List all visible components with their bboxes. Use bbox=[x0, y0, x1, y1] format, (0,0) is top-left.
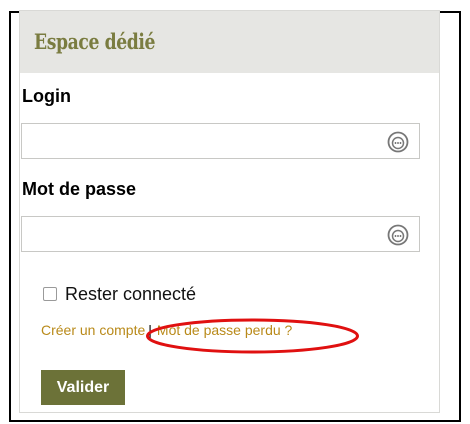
panel-header: Espace dédié bbox=[20, 11, 439, 73]
password-label: Mot de passe bbox=[22, 179, 137, 199]
remember-me-label[interactable]: Rester connecté bbox=[65, 284, 196, 305]
dedicated-space-panel: Espace dédié bbox=[19, 10, 440, 413]
login-input[interactable] bbox=[21, 123, 420, 159]
lost-password-link[interactable]: Mot de passe perdu ? bbox=[157, 322, 292, 338]
submit-button[interactable]: Valider bbox=[41, 370, 125, 405]
account-links: Créer un compte | Mot de passe perdu ? bbox=[41, 322, 292, 338]
create-account-link[interactable]: Créer un compte bbox=[41, 322, 145, 338]
login-label: Login bbox=[22, 86, 71, 106]
link-separator: | bbox=[148, 322, 152, 338]
password-manager-icon[interactable] bbox=[387, 131, 409, 153]
remember-me-checkbox[interactable] bbox=[43, 287, 57, 301]
password-input[interactable] bbox=[21, 216, 420, 252]
password-manager-icon[interactable] bbox=[387, 224, 409, 246]
panel-title: Espace dédié bbox=[34, 29, 156, 54]
